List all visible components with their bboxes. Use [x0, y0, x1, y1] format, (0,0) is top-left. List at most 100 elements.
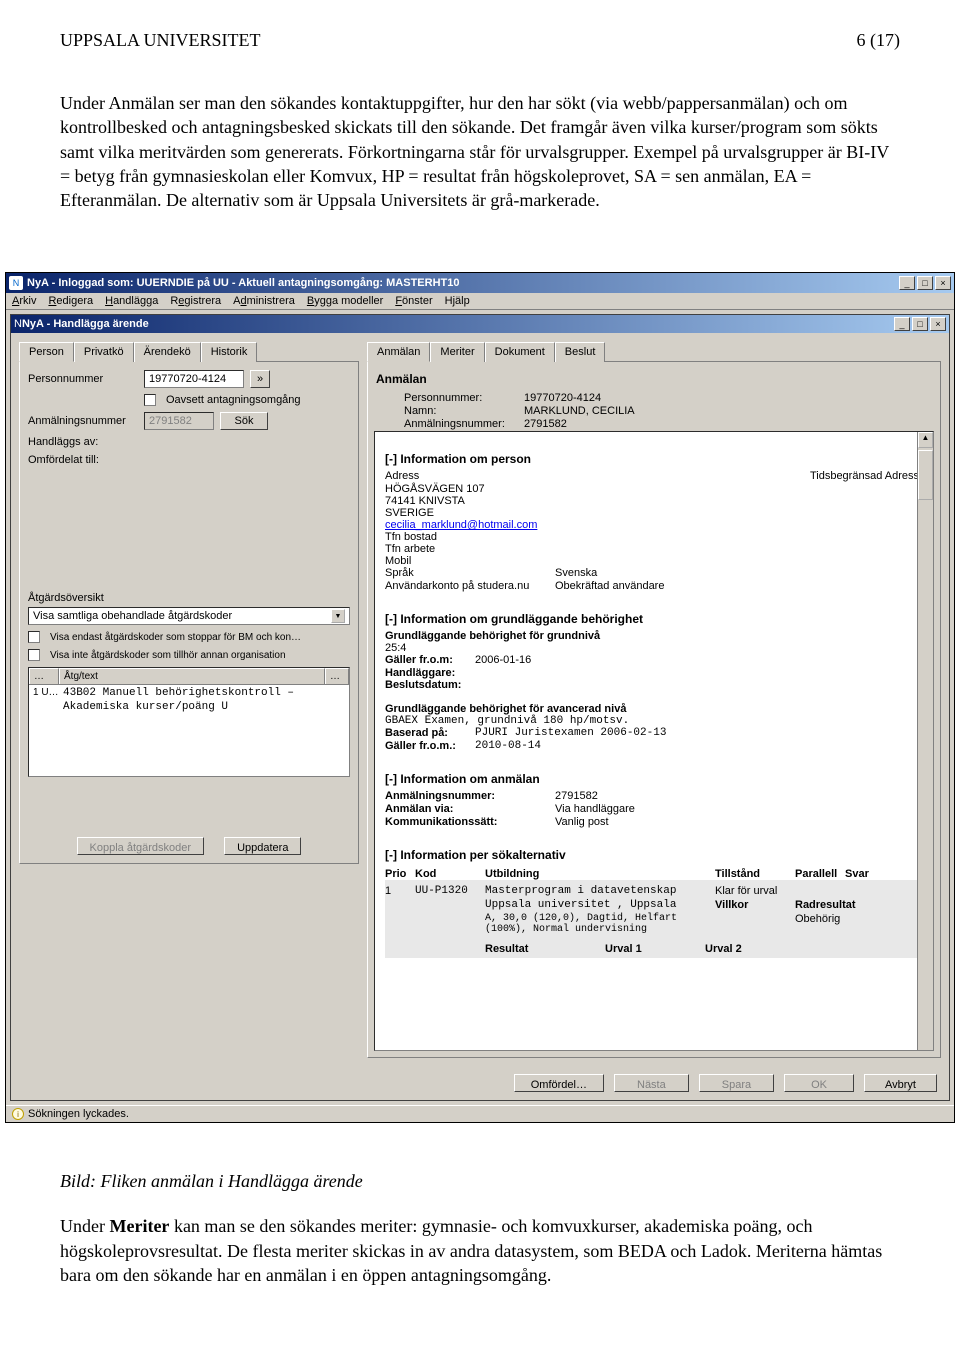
right-panel-wrap: Anmälan Personnummer:19770720-4124 Namn:…: [367, 362, 941, 1058]
inner-minimize-button[interactable]: _: [894, 317, 910, 331]
r-pnr-l: Personnummer:: [404, 392, 524, 404]
res-head-u1: Urval 1: [605, 943, 705, 955]
chevron-down-icon: ▼: [331, 609, 345, 623]
tab-dokument[interactable]: Dokument: [485, 342, 555, 362]
sok-button[interactable]: Sök: [220, 412, 268, 430]
omfordel-button[interactable]: Omfördel…: [514, 1074, 604, 1092]
left-panel: Personnummer » Oavsett antagningsomgång …: [19, 362, 359, 864]
handlaggs-label: Handläggs av:: [28, 436, 138, 448]
left-tabs: Person Privatkö Ärendekö Historik: [19, 341, 359, 362]
inner-maximize-button[interactable]: □: [912, 317, 928, 331]
menu-hjalp[interactable]: Hjälp: [445, 295, 470, 307]
inner-app-icon: N: [14, 318, 22, 330]
nasta-button[interactable]: Nästa: [614, 1074, 689, 1092]
koppla-button[interactable]: Koppla åtgärdskoder: [77, 837, 205, 855]
app-window: N NyA - Inloggad som: UUERNDIE på UU - A…: [5, 272, 955, 1123]
avanc-from-v: 2010-08-14: [475, 740, 541, 752]
ok-button[interactable]: OK: [784, 1074, 854, 1092]
list-row-text: 43B02 Manuell behörighetskontroll – Akad…: [63, 687, 345, 713]
konto-v: Obekräftad användare: [555, 580, 664, 592]
list-header-1: …: [29, 668, 59, 684]
menu-arkiv[interactable]: Arkiv: [12, 295, 36, 307]
r-anm-v: 2791582: [524, 418, 567, 430]
section-person[interactable]: [-] Information om person: [385, 452, 919, 466]
anm2-v: Via handläggare: [555, 803, 635, 815]
close-button[interactable]: ×: [935, 276, 951, 290]
adress-line3: SVERIGE: [385, 507, 919, 519]
list-header-3: …: [325, 668, 349, 684]
doc-page: 6 (17): [857, 30, 901, 51]
tab-beslut[interactable]: Beslut: [555, 342, 606, 362]
row-prio: 1: [385, 885, 415, 897]
anmalningsnummer-label: Anmälningsnummer: [28, 415, 138, 427]
section-alt[interactable]: [-] Information per sökalternativ: [385, 848, 919, 862]
grund-from-l: Gäller fr.o.m:: [385, 654, 475, 666]
menu-handlagga[interactable]: Handlägga: [105, 295, 158, 307]
tab-meriter[interactable]: Meriter: [430, 342, 484, 362]
alt-row: 1 UU-P1320 Masterprogram i datavetenskap…: [385, 880, 919, 958]
chk-annan-org-checkbox[interactable]: [28, 649, 40, 661]
spara-button[interactable]: Spara: [699, 1074, 774, 1092]
omfordelat-label: Omfördelat till:: [28, 454, 138, 466]
personnummer-input[interactable]: [144, 370, 244, 388]
minimize-button[interactable]: _: [899, 276, 915, 290]
email-link[interactable]: cecilia_marklund@hotmail.com: [385, 519, 537, 531]
tfn-bostad: Tfn bostad: [385, 531, 919, 543]
list-header-2: Åtg/text: [59, 668, 325, 684]
chk-stoppar-label: Visa endast åtgärdskoder som stoppar för…: [50, 632, 301, 643]
menu-redigera[interactable]: Redigera: [48, 295, 93, 307]
anmalningsnummer-input[interactable]: [144, 412, 214, 430]
list-row[interactable]: 1 U… 43B02 Manuell behörighetskontroll –…: [29, 685, 349, 715]
adress-label: Adress: [385, 470, 555, 482]
scrollbar[interactable]: ▲: [917, 432, 933, 1050]
menu-administrera[interactable]: Administrera: [233, 295, 295, 307]
uppdatera-button[interactable]: Uppdatera: [224, 837, 301, 855]
th-prio: Prio: [385, 868, 415, 880]
list-row-prefix: 1 U…: [33, 687, 63, 713]
atgard-select[interactable]: Visa samtliga obehandlade åtgärdskoder ▼: [28, 607, 350, 625]
oavsett-checkbox[interactable]: [144, 394, 156, 406]
sprak-l: Språk: [385, 567, 555, 579]
chk-stoppar-checkbox[interactable]: [28, 631, 40, 643]
menubar: Arkiv Redigera Handlägga Registrera Admi…: [6, 293, 954, 310]
bottom-button-bar: Omfördel… Nästa Spara OK Avbryt: [11, 1066, 949, 1100]
avbryt-button[interactable]: Avbryt: [864, 1074, 937, 1092]
row-kod: UU-P1320: [415, 885, 485, 897]
atgard-listbox[interactable]: … Åtg/text … 1 U… 43B02 Manuell behörigh…: [28, 667, 350, 777]
row-utb3: A, 30,0 (120,0), Dagtid, Helfart (100%),…: [485, 913, 715, 935]
tfn-arbete: Tfn arbete: [385, 543, 919, 555]
anm3-l: Kommunikationssätt:: [385, 816, 555, 828]
res-head-u2: Urval 2: [705, 943, 742, 955]
res-head-res: Resultat: [485, 943, 605, 955]
maximize-button[interactable]: □: [917, 276, 933, 290]
tab-anmalan[interactable]: Anmälan: [367, 342, 430, 362]
tab-historik[interactable]: Historik: [201, 342, 258, 362]
menu-fonster[interactable]: Fönster: [395, 295, 432, 307]
window-title: NyA - Inloggad som: UUERNDIE på UU - Akt…: [27, 277, 899, 289]
avanc-examen: GBAEX Examen, grundnivå 180 hp/motsv.: [385, 715, 919, 727]
tab-arendeko[interactable]: Ärendekö: [134, 342, 201, 362]
row-utb2: Uppsala universitet , Uppsala: [485, 899, 715, 911]
menu-bygga-modeller[interactable]: Bygga modeller: [307, 295, 383, 307]
right-tabs: Anmälan Meriter Dokument Beslut: [367, 341, 941, 362]
scroll-up-icon[interactable]: ▲: [918, 432, 933, 448]
avanc-from-l: Gäller fr.o.m.:: [385, 740, 475, 752]
grund-handl-l: Handläggare:: [385, 667, 919, 679]
right-content: ▲ [-] Information om person Adress Tidsbe…: [374, 431, 934, 1051]
personnummer-lookup-button[interactable]: »: [250, 370, 270, 388]
mobil: Mobil: [385, 555, 919, 567]
section-grund[interactable]: [-] Information om grundläggande behörig…: [385, 612, 919, 626]
avanc-head: Grundläggande behörighet för avancerad n…: [385, 703, 919, 715]
doc-paragraph-2: Under Meriter kan man se den sökandes me…: [60, 1214, 900, 1287]
th-till: Tillstånd: [715, 868, 795, 880]
tab-privatko[interactable]: Privatkö: [74, 342, 134, 362]
r-namn-l: Namn:: [404, 405, 524, 417]
tab-person[interactable]: Person: [19, 342, 74, 362]
section-anmalan[interactable]: [-] Information om anmälan: [385, 772, 919, 786]
r-anm-l: Anmälningsnummer:: [404, 418, 524, 430]
scroll-thumb[interactable]: [918, 450, 933, 500]
inner-close-button[interactable]: ×: [930, 317, 946, 331]
menu-registrera[interactable]: Registrera: [170, 295, 221, 307]
tidsbegransad-label: Tidsbegränsad Adress: [810, 470, 919, 482]
sprak-v: Svenska: [555, 567, 597, 579]
